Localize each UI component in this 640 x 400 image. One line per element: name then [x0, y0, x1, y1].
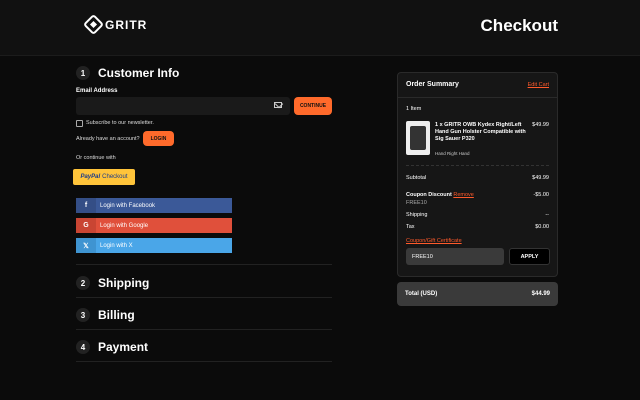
divider: [76, 361, 332, 362]
step-billing[interactable]: 3 Billing: [76, 308, 135, 322]
login-facebook-label: Login with Facebook: [100, 202, 156, 209]
total-value: $44.99: [531, 291, 550, 297]
divider: [398, 97, 557, 98]
step-title: Payment: [98, 340, 149, 354]
login-facebook-button[interactable]: f Login with Facebook: [76, 198, 232, 213]
email-field[interactable]: [76, 97, 290, 115]
step-shipping[interactable]: 2 Shipping: [76, 276, 149, 290]
holster-image: [410, 126, 426, 150]
coupon-discount-label: Coupon Discount Remove: [406, 192, 474, 198]
mail-icon: [274, 102, 282, 108]
product-variant: Hand Right Hand: [435, 151, 470, 156]
item-count: 1 Item: [406, 106, 422, 112]
subtotal-label: Subtotal: [406, 175, 427, 181]
login-button[interactable]: LOGIN: [143, 131, 174, 146]
login-x-button[interactable]: 𝕏 Login with X: [76, 238, 232, 253]
discount-code: FREE10: [406, 200, 427, 206]
or-continue-text: Or continue with: [76, 155, 116, 161]
step-title: Shipping: [98, 276, 150, 290]
login-x-label: Login with X: [100, 242, 133, 249]
google-icon: G: [76, 218, 96, 233]
step-number: 2: [76, 276, 90, 290]
apply-button[interactable]: APPLY: [509, 248, 550, 265]
login-google-label: Login with Google: [100, 222, 149, 229]
product-thumbnail: [406, 121, 430, 155]
paypal-checkout-text: Checkout: [102, 174, 128, 180]
shipping-value: --: [545, 212, 549, 218]
coupon-input[interactable]: FREE10: [406, 248, 504, 265]
page-title: Checkout: [480, 16, 558, 35]
divider: [76, 329, 332, 330]
tax-value: $0.00: [535, 224, 549, 230]
facebook-icon: f: [76, 198, 96, 213]
product-price: $49.99: [532, 122, 549, 128]
login-google-button[interactable]: G Login with Google: [76, 218, 232, 233]
coupon-discount-text: Coupon Discount: [406, 192, 452, 198]
step-title: Customer Info: [98, 66, 180, 80]
newsletter-label: Subscribe to our newsletter.: [86, 120, 154, 126]
order-summary-title: Order Summary: [406, 81, 459, 88]
step-number: 1: [76, 66, 90, 80]
product-name: 1 x GRITR OWB Kydex Right/Left Hand Gun …: [435, 122, 526, 142]
have-account-text: Already have an account?: [76, 136, 140, 142]
order-total: Total (USD) $44.99: [397, 282, 558, 306]
discount-value: -$5.00: [533, 192, 549, 198]
coupon-gift-certificate-link[interactable]: Coupon/Gift Certificate: [406, 238, 462, 244]
order-summary-panel: Order Summary Edit Cart 1 Item 1 x GRITR…: [397, 72, 558, 277]
continue-button[interactable]: CONTINUE: [294, 97, 332, 115]
divider: [406, 165, 549, 166]
subtotal-value: $49.99: [532, 175, 549, 181]
top-bar: GRITR Checkout: [0, 0, 640, 56]
edit-cart-link[interactable]: Edit Cart: [528, 82, 549, 88]
shipping-label: Shipping: [406, 212, 428, 218]
logo-icon: [82, 13, 105, 36]
tax-label: Tax: [406, 224, 415, 230]
paypal-logo: PayPal: [80, 174, 101, 180]
step-customer-info[interactable]: 1 Customer Info: [76, 66, 179, 80]
divider: [76, 297, 332, 298]
step-number: 3: [76, 308, 90, 322]
brand-name: GRITR: [105, 17, 148, 32]
step-payment[interactable]: 4 Payment: [76, 340, 148, 354]
email-label: Email Address: [76, 88, 118, 94]
total-label: Total (USD): [405, 291, 438, 297]
paypal-checkout-button[interactable]: PayPal Checkout: [73, 169, 135, 185]
step-title: Billing: [98, 308, 135, 322]
divider: [76, 264, 332, 265]
brand-logo[interactable]: GRITR: [82, 13, 148, 36]
remove-coupon-link[interactable]: Remove: [453, 192, 473, 198]
step-number: 4: [76, 340, 90, 354]
newsletter-checkbox[interactable]: [76, 120, 83, 127]
x-icon: 𝕏: [76, 238, 96, 253]
